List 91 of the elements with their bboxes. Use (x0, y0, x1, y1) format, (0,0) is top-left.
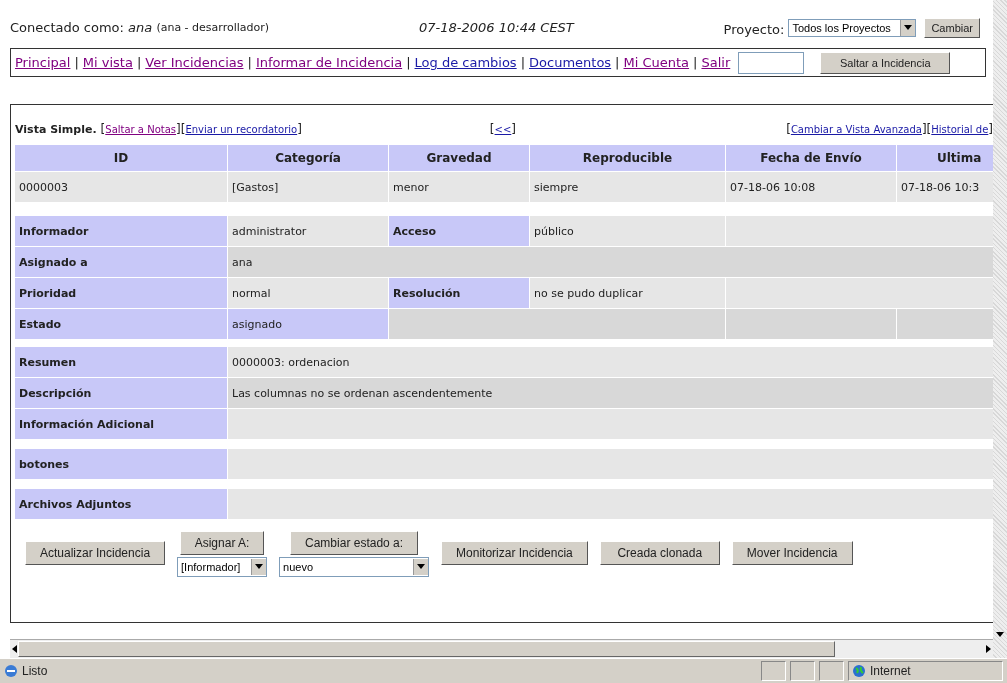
dropdown-arrow-icon[interactable] (904, 24, 913, 31)
table-cell: 0000003 (15, 172, 227, 203)
action-button[interactable]: Actualizar Incidencia (25, 541, 166, 566)
field-label: Estado (15, 309, 227, 340)
field-label: Resolución (389, 278, 529, 309)
nav-link[interactable]: Principal (15, 55, 71, 71)
bracket: [ (489, 122, 495, 137)
table-cell: 07-18-06 10:08 (726, 172, 896, 203)
jump-button[interactable]: Saltar a Incidencia (820, 51, 951, 74)
bracket: ] (297, 122, 302, 137)
field-value: Las columnas no se ordenan ascendentemente (228, 378, 993, 409)
separator: | (247, 55, 252, 71)
field-label: Prioridad (15, 278, 227, 309)
table-cell: siempre (530, 172, 725, 203)
status-pane (819, 661, 844, 681)
separator: | (74, 55, 79, 71)
connected-label: Conectado como: (10, 20, 125, 36)
separator: | (693, 55, 698, 71)
bracket: [ (100, 122, 106, 137)
field-label: Archivos Adjuntos (15, 489, 227, 520)
field-label: Información Adicional (15, 409, 227, 440)
field-label: botones (15, 449, 227, 480)
bracket: ] (921, 122, 927, 137)
bracket: ] (176, 122, 181, 137)
scroll-down-icon[interactable] (996, 632, 1004, 638)
nav-link[interactable]: Mi Cuenta (623, 55, 690, 71)
zone-text: Internet (870, 664, 911, 678)
separator: | (520, 55, 526, 71)
link[interactable]: Enviar un recordatorio (185, 123, 298, 135)
separator: | (136, 55, 142, 71)
issue-number-field[interactable] (738, 51, 805, 74)
field-value: asignado (228, 309, 388, 340)
field-label: Informador (15, 216, 227, 247)
nav-link[interactable]: Salir (701, 55, 731, 71)
action-button[interactable]: Mover Incidencia (731, 541, 853, 566)
field-label: Descripción (15, 378, 227, 409)
bracket: ] (511, 122, 516, 137)
field-value: administrator (228, 216, 388, 247)
select-field[interactable]: nuevo (279, 557, 430, 578)
link[interactable]: Saltar a Notas (105, 123, 177, 135)
nav-link[interactable]: Log de cambios (414, 55, 517, 71)
nav-link[interactable]: Documentos (529, 55, 612, 71)
bracket: [ (926, 122, 932, 137)
bracket: ] (988, 122, 993, 137)
dropdown-arrow-icon[interactable] (255, 564, 264, 571)
field-value: 0000003: ordenacion (228, 347, 993, 378)
link[interactable]: Historial de (931, 123, 989, 135)
bracket: [ (786, 122, 791, 137)
status-text: Listo (22, 664, 48, 678)
project-select[interactable]: Todos los Proyectos (788, 18, 917, 37)
column-header: ID (15, 145, 227, 172)
field-value: no se pudo duplicar (530, 278, 725, 309)
link[interactable]: Cambiar a Vista Avanzada (790, 123, 922, 135)
column-header: Reproducible (530, 145, 725, 172)
column-header: Gravedad (389, 145, 529, 172)
status-pane (761, 661, 786, 681)
field-label: Resumen (15, 347, 227, 378)
dropdown-arrow-icon[interactable] (417, 564, 426, 571)
project-label: Proyecto: (723, 22, 785, 38)
status-pane (790, 661, 815, 681)
vertical-scrollbar[interactable] (993, 0, 1007, 658)
column-header: Categoría (228, 145, 388, 172)
bracket: [ (180, 122, 186, 137)
field-label: Acceso (389, 216, 529, 247)
table-cell: 07-18-06 10:3 (897, 172, 993, 203)
field-value: normal (228, 278, 388, 309)
action-button[interactable]: Monitorizar Incidencia (441, 541, 588, 566)
user-role: (ana - desarrollador) (156, 21, 270, 35)
action-button[interactable]: Cambiar estado a: (290, 531, 419, 556)
view-title: Vista Simple. (15, 122, 97, 136)
nav-link[interactable]: Ver Incidencias (145, 55, 244, 71)
globe-icon (852, 664, 866, 678)
separator: | (406, 55, 411, 71)
field-label: Asignado a (15, 247, 227, 278)
horizontal-scrollbar[interactable] (10, 639, 993, 658)
table-cell: menor (389, 172, 529, 203)
user-name: ana (128, 20, 154, 36)
field-value: ana (228, 247, 993, 278)
column-header: Fecha de Envío (726, 145, 896, 172)
select-field[interactable]: [Informador] (177, 557, 268, 578)
table-cell: [Gastos] (228, 172, 388, 203)
date-time: 07-18-2006 10:44 CEST (419, 20, 574, 36)
separator: | (615, 55, 620, 71)
nav-link[interactable]: Mi vista (82, 55, 133, 71)
link[interactable]: << (494, 123, 512, 135)
column-header: Ultima (897, 145, 993, 172)
field-value: público (530, 216, 725, 247)
action-button[interactable]: Asignar A: (179, 531, 265, 556)
change-button[interactable]: Cambiar (924, 17, 980, 38)
action-button[interactable]: Creada clonada (599, 541, 720, 566)
nav-link[interactable]: Informar de Incidencia (255, 55, 403, 71)
